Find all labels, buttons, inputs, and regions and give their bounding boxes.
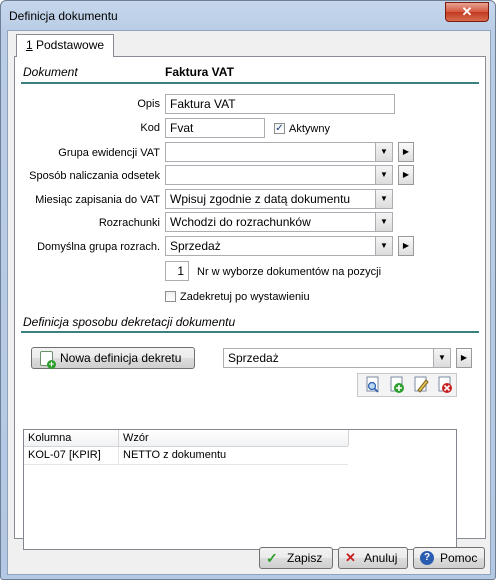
rozrachunki-select[interactable]: Wchodzi do rozrachunków ▼ — [165, 212, 393, 232]
grid-header: Kolumna Wzór — [24, 430, 349, 447]
row-wzor: NETTO z dokumentu — [123, 449, 227, 461]
aktywny-checkbox[interactable]: ✓ — [274, 123, 285, 134]
chevron-down-icon[interactable]: ▼ — [433, 349, 450, 367]
rozrachunki-label: Rozrachunki — [98, 217, 160, 229]
grupa-ewidencji-select[interactable]: ▼ — [165, 142, 393, 162]
preview-icon[interactable] — [362, 374, 384, 396]
dekret-type-select[interactable]: Sprzedaż ▼ — [223, 348, 451, 368]
miesiac-zapisania-label: Miesiąc zapisania do VAT — [35, 194, 160, 206]
opis-label: Opis — [137, 98, 160, 110]
chevron-down-icon[interactable]: ▼ — [375, 237, 392, 255]
column-header-wzor[interactable]: Wzór — [123, 432, 149, 444]
chevron-down-icon[interactable]: ▼ — [375, 213, 392, 231]
new-dekret-button[interactable]: + Nowa definicja dekretu — [31, 347, 195, 369]
section-dekret-label: Definicja sposobu dekretacji dokumentu — [23, 315, 236, 329]
cross-icon: ✕ — [345, 550, 356, 565]
dekret-type-more-button[interactable]: ▶ — [456, 348, 472, 368]
zadekretuj-checkbox[interactable] — [165, 291, 176, 302]
chevron-down-icon[interactable]: ▼ — [375, 166, 392, 184]
edit-icon[interactable] — [410, 374, 432, 396]
nr-w-wyborze-input[interactable]: 1 — [165, 261, 189, 281]
save-button[interactable]: ✓ Zapisz — [259, 547, 333, 569]
column-header-kolumna[interactable]: Kolumna — [28, 432, 71, 444]
save-label: Zapisz — [287, 551, 323, 565]
chevron-right-icon: ▶ — [402, 147, 410, 156]
new-document-icon: + — [40, 351, 56, 369]
section-document-label: Dokument — [23, 65, 78, 79]
dekret-grid[interactable]: Kolumna Wzór KOL-07 [KPIR] NETTO z dokum… — [23, 429, 457, 550]
miesiac-zapisania-value: Wpisuj zgodnie z datą dokumentu — [170, 192, 351, 206]
document-name: Faktura VAT — [165, 65, 234, 79]
sposob-naliczania-more-button[interactable]: ▶ — [398, 165, 414, 185]
dialog-window: Definicja dokumentu ✕ 1 Podstawowe Dokum… — [0, 0, 496, 580]
row-kolumna: KOL-07 [KPIR] — [28, 449, 101, 461]
rozrachunki-value: Wchodzi do rozrachunków — [170, 215, 311, 229]
aktywny-label: Aktywny — [289, 123, 330, 135]
section-divider — [21, 331, 479, 333]
nr-w-wyborze-label: Nr w wyborze dokumentów na pozycji — [197, 266, 382, 278]
kod-label: Kod — [140, 122, 160, 134]
miesiac-zapisania-select[interactable]: Wpisuj zgodnie z datą dokumentu ▼ — [165, 189, 393, 209]
domyslna-grupa-more-button[interactable]: ▶ — [398, 236, 414, 256]
help-button[interactable]: ? Pomoc — [413, 547, 485, 569]
grupa-ewidencji-more-button[interactable]: ▶ — [398, 142, 414, 162]
tab-podstawowe[interactable]: 1 Podstawowe — [16, 34, 114, 57]
grupa-ewidencji-label: Grupa ewidencji VAT — [58, 147, 160, 159]
domyslna-grupa-select[interactable]: Sprzedaż ▼ — [165, 236, 393, 256]
cancel-label: Anuluj — [364, 551, 398, 565]
chevron-down-icon[interactable]: ▼ — [375, 143, 392, 161]
chevron-right-icon: ▶ — [460, 353, 468, 362]
close-button[interactable]: ✕ — [445, 2, 489, 22]
section-divider — [21, 82, 479, 84]
table-row[interactable]: KOL-07 [KPIR] NETTO z dokumentu — [24, 447, 348, 465]
dekret-toolbar — [357, 373, 457, 397]
tab-label: 1 Podstawowe — [25, 38, 105, 52]
chevron-right-icon: ▶ — [402, 241, 410, 250]
kod-input[interactable]: Fvat — [165, 118, 265, 138]
title-bar[interactable]: Definicja dokumentu ✕ — [1, 1, 495, 31]
tab-panel: Dokument Faktura VAT Opis Faktura VAT Ko… — [14, 56, 486, 550]
help-label: Pomoc — [440, 551, 478, 565]
sposob-naliczania-label: Sposób naliczania odsetek — [29, 170, 160, 182]
zadekretuj-label: Zadekretuj po wystawieniu — [180, 291, 310, 303]
domyslna-grupa-value: Sprzedaż — [170, 239, 221, 253]
dekret-type-value: Sprzedaż — [228, 351, 279, 365]
sposob-naliczania-select[interactable]: ▼ — [165, 165, 393, 185]
help-icon: ? — [420, 551, 434, 565]
opis-input[interactable]: Faktura VAT — [165, 94, 395, 114]
new-dekret-label: Nowa definicja dekretu — [60, 351, 182, 365]
delete-icon[interactable] — [434, 374, 456, 396]
cancel-button[interactable]: ✕ Anuluj — [338, 547, 408, 569]
dialog-client: 1 Podstawowe Dokument Faktura VAT Opis F… — [7, 30, 491, 575]
domyslna-grupa-label: Domyślna grupa rozrach. — [37, 241, 160, 253]
chevron-down-icon[interactable]: ▼ — [375, 190, 392, 208]
window-title: Definicja dokumentu — [9, 9, 118, 23]
add-icon[interactable] — [386, 374, 408, 396]
chevron-right-icon: ▶ — [402, 170, 410, 179]
check-icon: ✓ — [266, 550, 278, 566]
